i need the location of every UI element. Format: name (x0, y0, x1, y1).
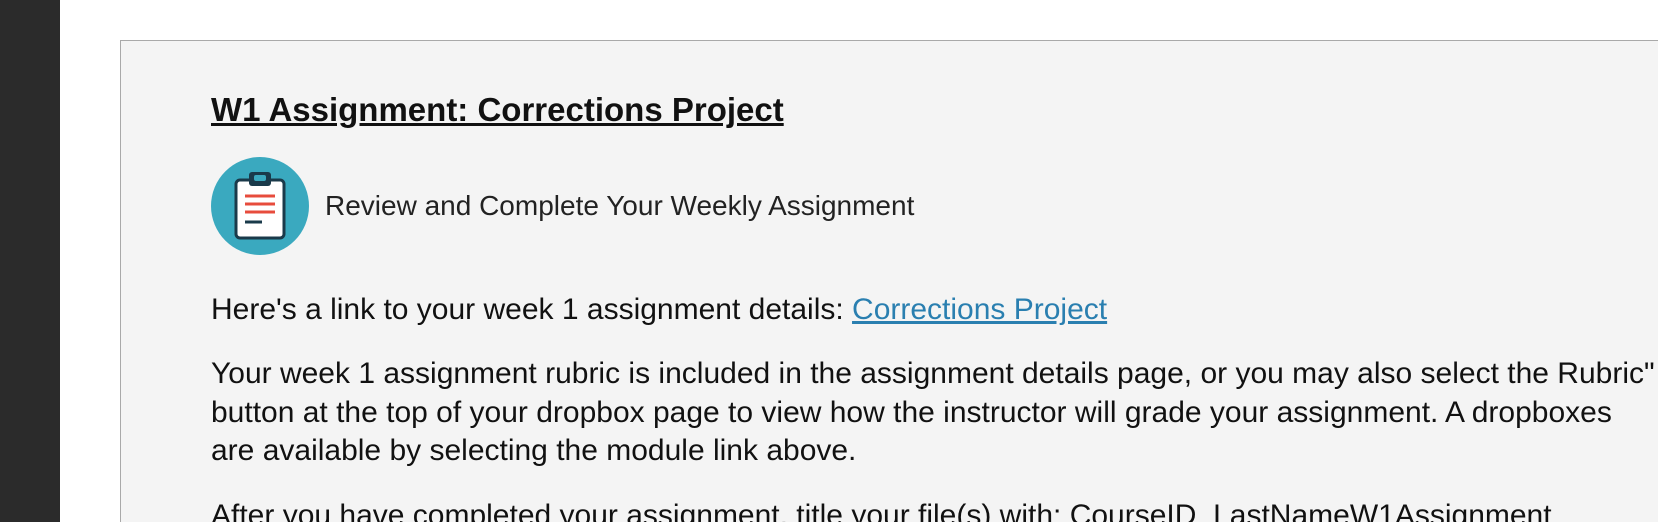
subheading-row: Review and Complete Your Weekly Assignme… (211, 157, 1658, 255)
content-panel: W1 Assignment: Corrections Project Revie… (120, 40, 1658, 522)
paragraph-rubric: Your week 1 assignment rubric is include… (211, 355, 1658, 470)
paragraph-link-intro: Here's a link to your week 1 assignment … (211, 291, 1658, 329)
assignment-heading: W1 Assignment: Corrections Project (211, 91, 1658, 129)
gutter (60, 0, 120, 522)
link-intro-text: Here's a link to your week 1 assignment … (211, 293, 852, 326)
paragraph-filename: After you have completed your assignment… (211, 497, 1658, 522)
page-root: W1 Assignment: Corrections Project Revie… (0, 0, 1658, 522)
assignment-link[interactable]: Corrections Project (852, 293, 1107, 326)
sidebar-strip (0, 0, 60, 522)
content-column: W1 Assignment: Corrections Project Revie… (120, 0, 1658, 522)
clipboard-icon (211, 157, 309, 255)
top-whitespace (120, 0, 1658, 40)
subheading-text: Review and Complete Your Weekly Assignme… (325, 190, 914, 222)
